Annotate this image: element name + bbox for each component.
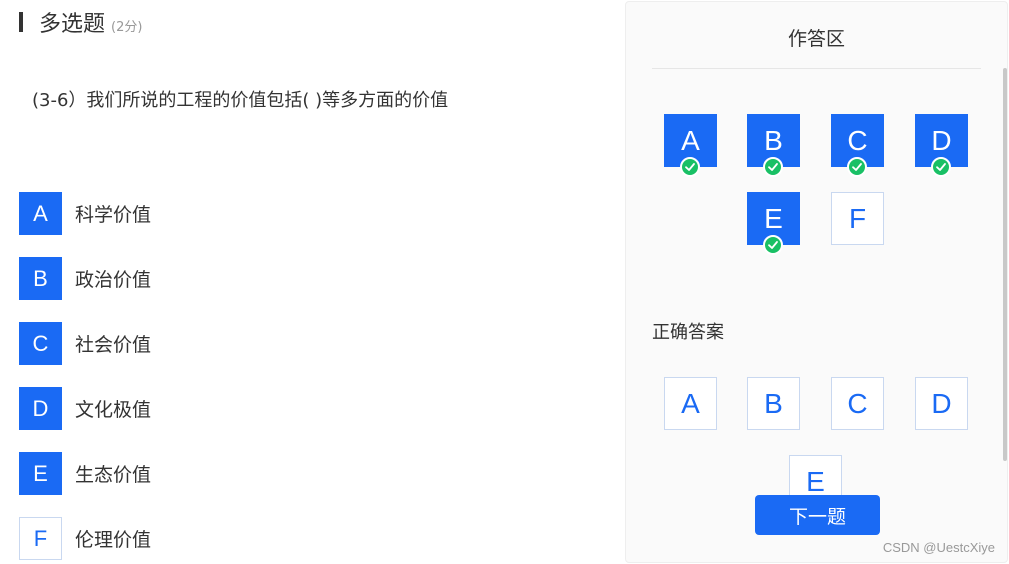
correct-answer-d: D	[915, 377, 968, 430]
answer-panel: 作答区 A B C D E F 正确答案 A B C D E 下一题	[625, 1, 1008, 563]
check-icon	[680, 157, 700, 177]
correct-answer-title: 正确答案	[652, 322, 724, 343]
check-icon	[847, 157, 867, 177]
option-label: 科学价值	[75, 204, 152, 226]
option-e[interactable]: E 生态价值	[19, 452, 319, 495]
check-icon	[931, 157, 951, 177]
option-d[interactable]: D 文化极值	[19, 387, 319, 430]
option-b[interactable]: B 政治价值	[19, 257, 319, 300]
answer-letter: C	[847, 124, 868, 156]
panel-title: 作答区	[787, 28, 845, 50]
option-letter: D	[19, 387, 62, 430]
option-label: 社会价值	[75, 334, 152, 356]
option-letter: B	[19, 257, 62, 300]
option-letter: C	[19, 322, 62, 365]
question-header: 多选题 (2分)	[19, 6, 142, 38]
option-label: 文化极值	[75, 399, 152, 421]
answer-sheet-e[interactable]: E	[747, 192, 800, 255]
option-a[interactable]: A 科学价值	[19, 192, 319, 235]
answer-sheet-b[interactable]: B	[747, 114, 800, 177]
answer-sheet-f[interactable]: F	[831, 192, 884, 245]
check-icon	[763, 157, 783, 177]
scrollbar[interactable]	[1003, 68, 1007, 461]
answer-letter: A	[681, 124, 700, 156]
option-label: 生态价值	[75, 464, 152, 486]
answer-sheet-d[interactable]: D	[915, 114, 968, 177]
option-letter: E	[19, 452, 62, 495]
check-icon	[763, 235, 783, 255]
divider	[652, 68, 981, 69]
answer-letter: E	[764, 202, 783, 234]
question-score: (2分)	[111, 20, 143, 35]
option-c[interactable]: C 社会价值	[19, 322, 319, 365]
option-f[interactable]: F 伦理价值	[19, 517, 319, 560]
answer-sheet-a[interactable]: A	[664, 114, 717, 177]
correct-answer-b: B	[747, 377, 800, 430]
answer-letter: B	[764, 124, 783, 156]
correct-answer-a: A	[664, 377, 717, 430]
option-letter: A	[19, 192, 62, 235]
option-label: 伦理价值	[75, 529, 152, 551]
question-text: (3-6）我们所说的工程的价值包括( )等多方面的价值	[32, 90, 449, 111]
question-type: 多选题	[39, 12, 106, 37]
answer-sheet-c[interactable]: C	[831, 114, 884, 177]
answer-letter: D	[931, 124, 952, 156]
option-letter: F	[19, 517, 62, 560]
option-label: 政治价值	[75, 269, 152, 291]
correct-answer-c: C	[831, 377, 884, 430]
title-accent-bar	[19, 12, 23, 32]
answer-letter: F	[848, 202, 867, 234]
next-question-button[interactable]: 下一题	[755, 495, 880, 535]
watermark: CSDN @UestcXiye	[882, 540, 995, 555]
